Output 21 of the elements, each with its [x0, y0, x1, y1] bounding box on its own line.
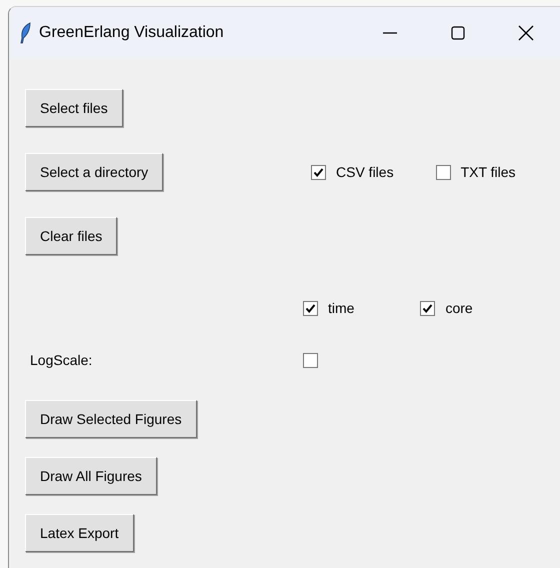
feather-icon [19, 22, 31, 44]
action-button[interactable]: Draw Selected Figures [25, 400, 197, 438]
checkbox-label: CSV files [336, 162, 394, 182]
window-title: GreenErlang Visualization [39, 23, 224, 43]
close-icon [517, 24, 535, 42]
checkbox-label: TXT files [460, 162, 516, 182]
logscale-label: LogScale: [30, 352, 92, 368]
action-button[interactable]: Select a directory [25, 153, 164, 191]
action-button[interactable]: Select files [25, 89, 123, 127]
checkbox-label: time [328, 298, 354, 318]
maximize-icon [450, 25, 466, 41]
checkbox[interactable] [311, 164, 326, 180]
minimize-icon [383, 32, 397, 34]
action-button[interactable]: Latex Export [25, 514, 134, 552]
checkbox[interactable] [303, 300, 318, 316]
checkbox[interactable] [436, 164, 451, 180]
checkbox[interactable] [420, 300, 436, 316]
checkbox[interactable] [303, 352, 318, 368]
action-button[interactable]: Clear files [25, 217, 118, 255]
checkbox-label: core [445, 298, 473, 318]
action-button[interactable]: Draw All Figures [25, 457, 157, 495]
